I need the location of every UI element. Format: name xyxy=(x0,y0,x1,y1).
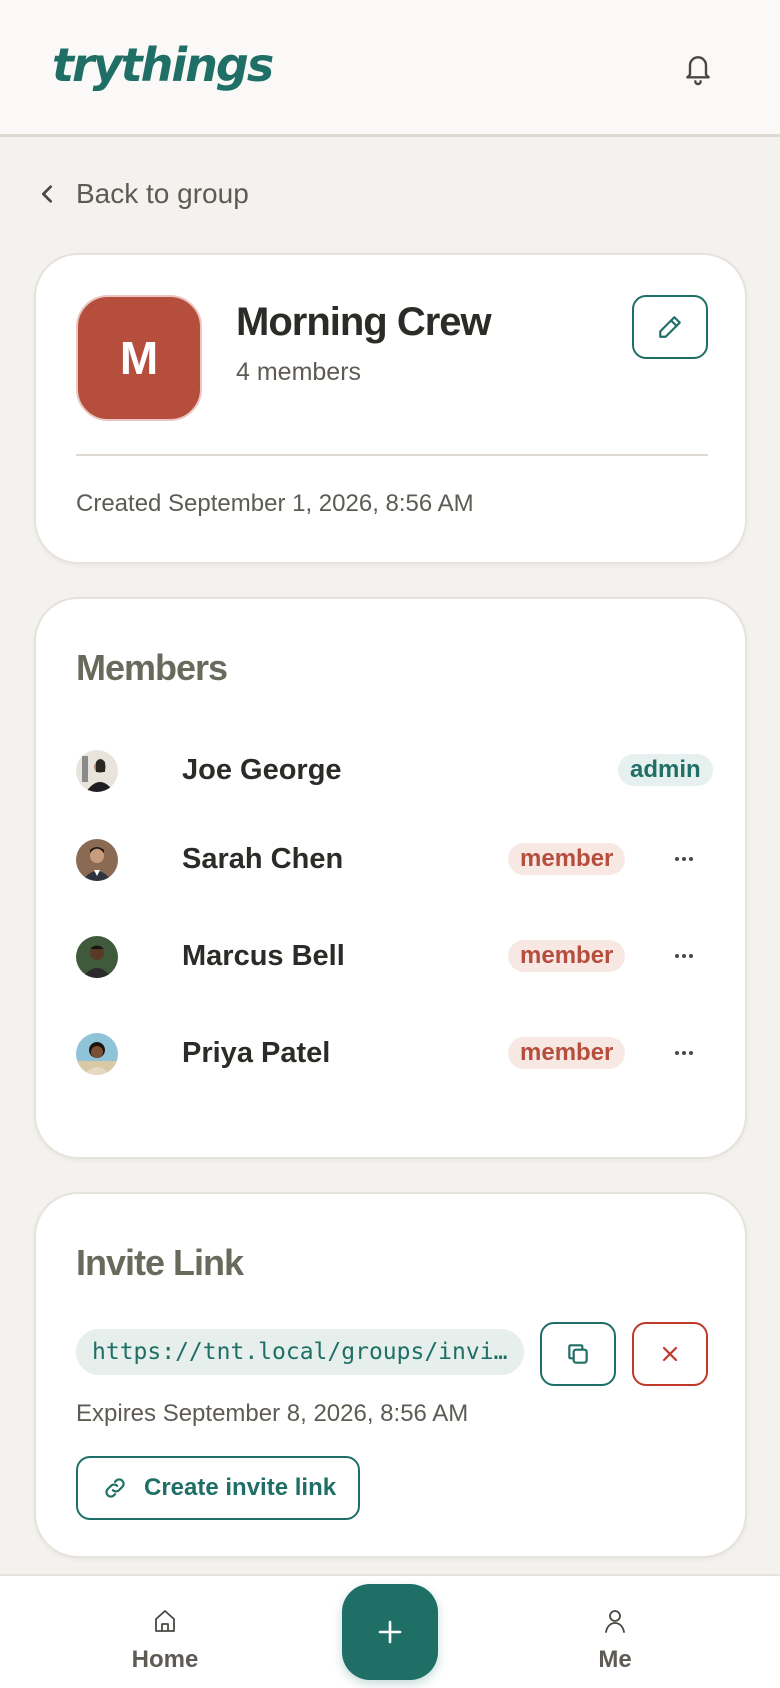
group-name: Morning Crew xyxy=(236,300,492,344)
invite-link-card: Invite Link https://tnt.local/groups/inv… xyxy=(34,1192,747,1558)
invite-link-text: https://tnt.local/groups/invite/abc123 xyxy=(92,1339,508,1365)
top-bar: trythings xyxy=(0,0,780,137)
invite-expiry: Expires September 8, 2026, 8:56 AM xyxy=(76,1400,469,1427)
role-badge: member xyxy=(508,843,626,875)
bell-icon[interactable] xyxy=(682,50,714,86)
more-options-icon[interactable] xyxy=(666,940,702,972)
member-name: Marcus Bell xyxy=(182,940,345,972)
app-logo[interactable]: trythings xyxy=(52,38,274,92)
chevron-left-icon xyxy=(41,185,53,203)
created-date: Created September 1, 2026, 8:56 AM xyxy=(76,490,474,517)
plus-icon xyxy=(378,1620,402,1644)
avatar xyxy=(76,750,118,792)
more-options-icon[interactable] xyxy=(666,1037,702,1069)
members-card: Members Joe George admin Sarah Chen memb… xyxy=(34,597,747,1159)
link-icon xyxy=(105,1478,125,1498)
nav-me[interactable]: Me xyxy=(545,1576,685,1688)
member-row[interactable]: Sarah Chen member xyxy=(76,829,708,889)
member-name: Joe George xyxy=(182,754,342,786)
role-badge: member xyxy=(508,940,626,972)
avatar xyxy=(76,1033,118,1075)
divider xyxy=(76,454,708,456)
role-badge: member xyxy=(508,1037,626,1069)
back-to-group-link[interactable]: Back to group xyxy=(38,174,249,214)
member-row[interactable]: Priya Patel member xyxy=(76,1023,708,1083)
member-row[interactable]: Joe George admin xyxy=(76,740,713,800)
nav-home[interactable]: Home xyxy=(95,1576,235,1688)
revoke-link-button[interactable] xyxy=(632,1322,708,1386)
more-options-icon[interactable] xyxy=(666,843,702,875)
invite-link-field[interactable]: https://tnt.local/groups/invite/abc123 xyxy=(76,1329,524,1375)
invite-link-title: Invite Link xyxy=(76,1242,244,1283)
add-button[interactable] xyxy=(342,1584,438,1680)
create-invite-link-label: Create invite link xyxy=(144,1474,337,1501)
member-row[interactable]: Marcus Bell member xyxy=(76,926,708,986)
avatar xyxy=(76,839,118,881)
user-icon xyxy=(605,1610,625,1633)
close-icon xyxy=(662,1346,678,1362)
edit-group-button[interactable] xyxy=(632,295,708,359)
group-member-count: 4 members xyxy=(236,358,362,386)
back-label: Back to group xyxy=(76,178,249,209)
members-title: Members xyxy=(76,647,228,688)
copy-link-button[interactable] xyxy=(540,1322,616,1386)
member-name: Sarah Chen xyxy=(182,843,344,875)
avatar xyxy=(76,936,118,978)
app: trythings Back to group M Morning Crew 4… xyxy=(0,0,780,1688)
copy-icon xyxy=(568,1344,588,1364)
group-info-card: M Morning Crew 4 members Created Septemb… xyxy=(34,253,747,564)
pencil-icon xyxy=(659,316,681,338)
create-invite-link-button[interactable]: Create invite link xyxy=(76,1456,360,1520)
role-badge: admin xyxy=(618,754,713,786)
member-name: Priya Patel xyxy=(182,1037,331,1069)
nav-me-label: Me xyxy=(598,1646,632,1673)
home-icon xyxy=(155,1610,175,1632)
nav-home-label: Home xyxy=(131,1646,199,1673)
group-avatar: M xyxy=(76,295,202,421)
